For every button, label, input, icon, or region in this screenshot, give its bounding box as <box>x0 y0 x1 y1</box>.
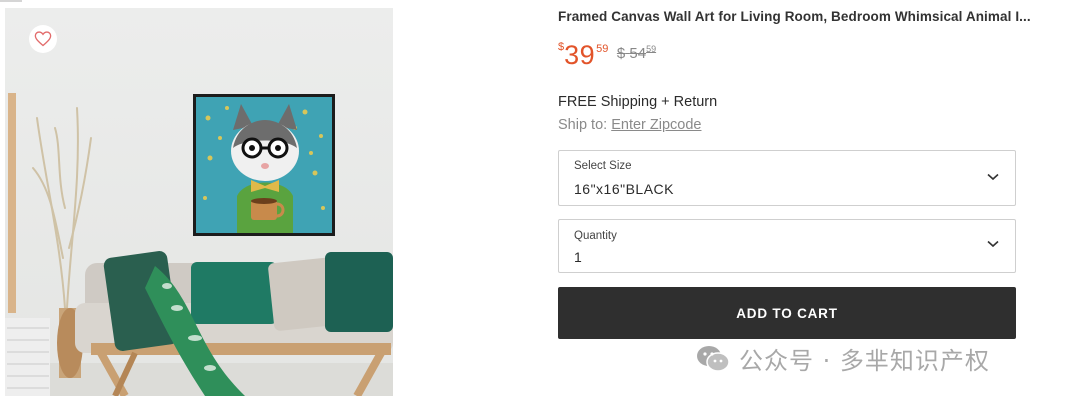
enter-zipcode-link[interactable]: Enter Zipcode <box>611 117 701 133</box>
wechat-icon <box>697 345 730 372</box>
product-image[interactable] <box>5 8 393 396</box>
add-to-cart-button[interactable]: ADD TO CART <box>558 287 1016 339</box>
watermark-text: 公众号 · 多芈知识产权 <box>739 347 990 375</box>
old-price: $ 5459 <box>616 44 657 62</box>
heart-icon <box>34 31 52 47</box>
product-title[interactable]: Framed Canvas Wall Art for Living Room, … <box>558 9 1048 24</box>
quantity-select-label: Quantity <box>574 230 617 242</box>
old-price-currency: $ <box>616 45 626 62</box>
ship-to-label: Ship to: <box>558 117 608 133</box>
old-price-integer: 54 <box>629 45 647 62</box>
size-select-label: Select Size <box>574 160 632 172</box>
size-select-value: 16"x16"BLACK <box>574 181 674 197</box>
shipping-info: FREE Shipping + Return <box>558 94 718 110</box>
price-integer: 39 <box>564 40 596 70</box>
living-room-scene-image <box>5 8 393 396</box>
quantity-select-value: 1 <box>574 249 583 265</box>
quantity-select[interactable]: Quantity 1 <box>558 219 1016 273</box>
wishlist-button[interactable] <box>29 25 57 53</box>
old-price-decimal: 59 <box>646 44 657 54</box>
size-select[interactable]: Select Size 16"x16"BLACK <box>558 150 1016 206</box>
chevron-down-icon <box>987 173 999 181</box>
price-block: $3959 $ 5459 <box>558 40 656 71</box>
chevron-down-icon <box>987 240 999 248</box>
watermark: 公众号 · 多芈知识产权 <box>695 341 990 376</box>
ship-to-row: Ship to: Enter Zipcode <box>558 117 701 133</box>
corner-mark <box>0 0 22 2</box>
price-decimal: 59 <box>596 43 609 55</box>
